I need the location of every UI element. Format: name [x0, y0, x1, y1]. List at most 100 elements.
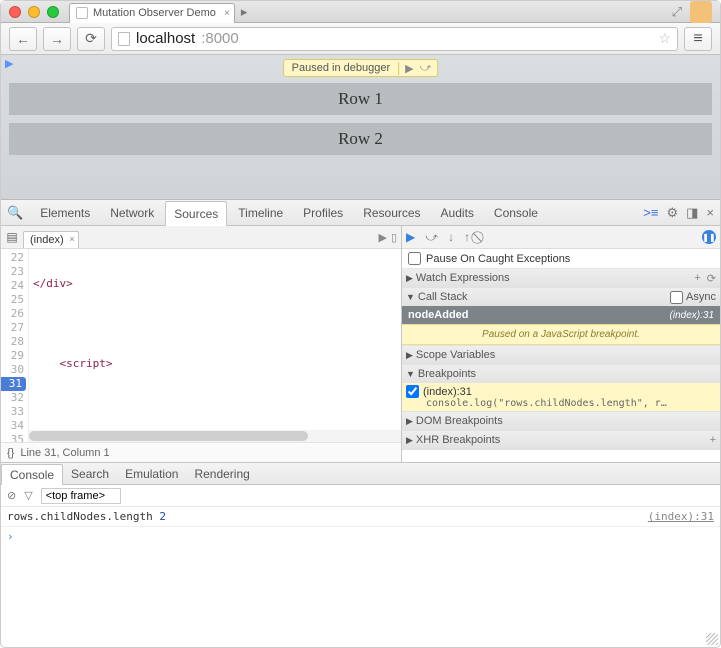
navigator-icon[interactable]: ▤ [1, 230, 23, 248]
pause-reason: Paused on a JavaScript breakpoint. [402, 324, 720, 345]
watch-section-header[interactable]: ▶ Watch Expressions +⟳ [402, 269, 720, 287]
chevron-down-icon: ▼ [406, 292, 415, 302]
fullscreen-icon[interactable]: ⤢ [672, 4, 682, 20]
tab-audits[interactable]: Audits [432, 200, 483, 225]
braces-icon[interactable]: {} [7, 447, 14, 459]
call-frame[interactable]: nodeAdded (index):31 [402, 306, 720, 324]
resize-handle[interactable] [706, 633, 718, 645]
run-snippet-icon[interactable]: ▶ [378, 231, 386, 244]
pause-on-caught-row[interactable]: Pause On Caught Exceptions [402, 249, 720, 269]
page-icon [118, 32, 130, 46]
breakpoint-item[interactable]: (index):31 console.log("rows.childNodes.… [402, 383, 720, 411]
devtools-tabstrip: 🔍 Elements Network Sources Timeline Prof… [1, 200, 720, 226]
extension-icon[interactable] [690, 1, 712, 23]
drawer-tab-search[interactable]: Search [63, 463, 117, 484]
step-out-icon[interactable]: ↑ [464, 230, 470, 244]
browser-toolbar: ← → ⟳ localhost :8000 ☆ ≡ [1, 23, 720, 55]
scope-section-header[interactable]: ▶ Scope Variables [402, 346, 720, 364]
breakpoint-checkbox[interactable] [406, 385, 419, 398]
tab-profiles[interactable]: Profiles [294, 200, 352, 225]
chevron-right-icon: ▶ [406, 350, 413, 361]
code-editor[interactable]: 22232425262728293031323334353637 </div> … [1, 249, 401, 442]
filter-icon[interactable]: ▽ [24, 489, 32, 502]
add-icon[interactable]: + [694, 272, 700, 285]
close-icon[interactable]: × [69, 234, 74, 244]
page-icon [76, 7, 88, 19]
debugger-toolbar: ▶ ⤻ ↓ ↑ ⃠ ❚❚ [402, 226, 720, 249]
window-titlebar: Mutation Observer Demo × ▸ ⤢ [1, 1, 720, 23]
drawer-tab-console[interactable]: Console [1, 464, 63, 485]
menu-button[interactable]: ≡ [684, 27, 712, 51]
dom-breakpoints-header[interactable]: ▶ DOM Breakpoints [402, 412, 720, 430]
resume-icon[interactable]: ▶ [406, 230, 415, 244]
toggle-sidebar-icon[interactable]: ▯ [391, 231, 397, 244]
search-icon[interactable]: 🔍 [7, 205, 23, 221]
maximize-icon[interactable] [47, 6, 59, 18]
tab-title: Mutation Observer Demo [93, 7, 216, 19]
file-tabstrip: ▤ (index) × ▶ ▯ [1, 226, 401, 249]
content-row: Row 1 [9, 83, 712, 115]
refresh-icon[interactable]: ⟳ [707, 272, 716, 285]
url-host: localhost [136, 30, 195, 47]
chevron-down-icon: ▼ [406, 369, 415, 379]
drawer-tabstrip: Console Search Emulation Rendering [1, 463, 720, 485]
address-bar[interactable]: localhost :8000 ☆ [111, 27, 678, 51]
console-toolbar: ⊘ ▽ <top frame> [1, 485, 720, 507]
pause-on-caught-checkbox[interactable] [408, 252, 421, 265]
dock-icon[interactable]: ◨ [686, 205, 698, 221]
resume-icon[interactable]: ▶ [405, 62, 413, 75]
close-icon[interactable] [9, 6, 21, 18]
console-output: rows.childNodes.length 2 (index):31 › [1, 507, 720, 546]
back-button[interactable]: ← [9, 27, 37, 51]
step-into-icon[interactable]: ↓ [448, 230, 454, 244]
message-source-link[interactable]: (index):31 [648, 510, 714, 523]
url-port: :8000 [201, 30, 239, 47]
forward-button[interactable]: → [43, 27, 71, 51]
pause-message: Paused in debugger [284, 62, 398, 74]
sources-panel: ▤ (index) × ▶ ▯ 222324252627282930313233… [1, 226, 720, 463]
new-tab-button[interactable]: ▸ [241, 4, 248, 20]
tab-timeline[interactable]: Timeline [229, 200, 292, 225]
editor-status: {} Line 31, Column 1 [1, 442, 401, 462]
pause-exceptions-icon[interactable]: ❚❚ [702, 230, 716, 244]
drawer-tab-emulation[interactable]: Emulation [117, 463, 186, 484]
drawer-icon[interactable]: >≡ [643, 205, 658, 220]
breakpoints-section-header[interactable]: ▼ Breakpoints [402, 365, 720, 383]
console-prompt[interactable]: › [1, 527, 720, 546]
overlay-resume-icon[interactable]: ▶ [5, 57, 13, 70]
tab-elements[interactable]: Elements [31, 200, 99, 225]
callstack-section-header[interactable]: ▼ Call Stack Async [402, 288, 720, 306]
add-icon[interactable]: + [710, 434, 716, 446]
file-name: (index) [30, 234, 64, 246]
drawer-tab-rendering[interactable]: Rendering [186, 463, 257, 484]
async-checkbox[interactable] [670, 291, 683, 304]
browser-tab[interactable]: Mutation Observer Demo × [69, 3, 235, 23]
page-viewport: ▶ Paused in debugger ▶ ⤻ Row 1 Row 2 [1, 55, 720, 200]
tab-resources[interactable]: Resources [354, 200, 429, 225]
reload-button[interactable]: ⟳ [77, 27, 105, 51]
close-icon[interactable]: × [706, 205, 714, 220]
code-content: </div> <script> var rows = document.quer… [29, 249, 401, 442]
chevron-right-icon: ▶ [406, 273, 413, 284]
step-over-icon[interactable]: ⤻ [420, 62, 432, 75]
clear-icon[interactable]: ⊘ [7, 489, 16, 502]
step-over-icon[interactable]: ⤻ [425, 230, 438, 245]
gutter[interactable]: 22232425262728293031323334353637 [1, 249, 29, 442]
chevron-right-icon: ▶ [406, 416, 413, 427]
minimize-icon[interactable] [28, 6, 40, 18]
context-select[interactable]: <top frame> [41, 488, 121, 504]
cursor-position: Line 31, Column 1 [20, 447, 109, 459]
horizontal-scrollbar[interactable] [29, 430, 401, 442]
bookmark-icon[interactable]: ☆ [658, 30, 671, 47]
traffic-lights [9, 6, 59, 18]
gear-icon[interactable]: ⚙ [666, 205, 678, 221]
close-icon[interactable]: × [224, 8, 230, 19]
tab-console[interactable]: Console [485, 200, 547, 225]
tab-network[interactable]: Network [101, 200, 163, 225]
xhr-breakpoints-header[interactable]: ▶ XHR Breakpoints + [402, 431, 720, 449]
file-tab[interactable]: (index) × [23, 231, 79, 248]
console-message: rows.childNodes.length 2 (index):31 [1, 507, 720, 527]
tab-sources[interactable]: Sources [165, 201, 227, 226]
debugger-sidebar: ▶ ⤻ ↓ ↑ ⃠ ❚❚ Pause On Caught Exceptions … [402, 226, 720, 462]
chevron-right-icon: ▶ [406, 435, 413, 446]
